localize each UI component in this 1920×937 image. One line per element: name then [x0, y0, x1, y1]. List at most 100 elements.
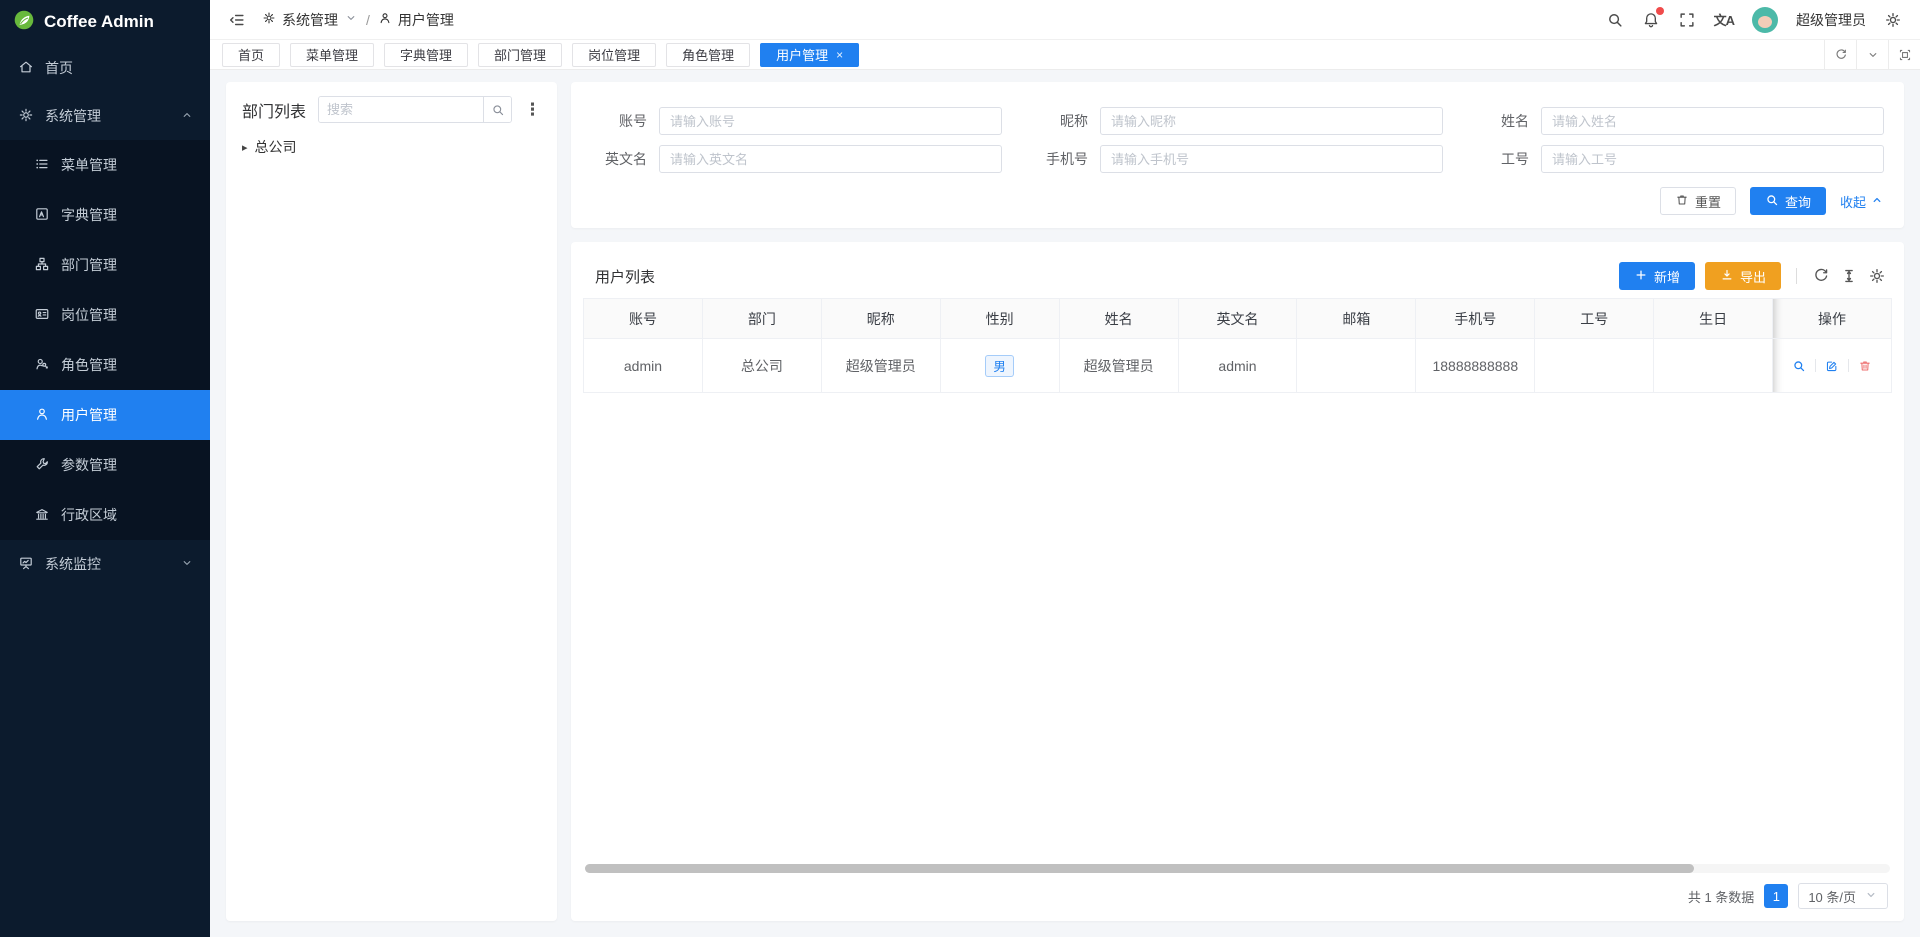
tab-label: 首页	[238, 45, 264, 64]
column-header[interactable]: 账号	[584, 299, 703, 339]
collapse-filter-link[interactable]: 收起	[1840, 192, 1884, 211]
tab-home[interactable]: 首页	[222, 43, 280, 67]
dictionary-icon	[34, 206, 50, 225]
phone-input[interactable]	[1100, 145, 1443, 173]
cell-department: 总公司	[702, 339, 821, 393]
table-row[interactable]: admin 总公司 超级管理员 男 超级管理员 admin 1888888888…	[584, 339, 1892, 393]
tab-post-management[interactable]: 岗位管理	[572, 43, 656, 67]
sidebar: Coffee Admin 首页 系统管理 菜单管理 字典管理 部门管理 岗位管理…	[0, 0, 210, 937]
column-header[interactable]: 生日	[1654, 299, 1773, 339]
search-icon	[1765, 193, 1779, 210]
menu-fold-icon[interactable]	[228, 11, 246, 29]
edit-icon[interactable]	[1825, 359, 1839, 373]
breadcrumb-item-user[interactable]: 用户管理	[378, 10, 454, 30]
tab-department-management[interactable]: 部门管理	[478, 43, 562, 67]
more-options-icon[interactable]: ⋮	[524, 101, 541, 118]
department-panel: 部门列表 ⋮ ▸ 总公司	[226, 82, 557, 921]
tree-node-head-office[interactable]: ▸ 总公司	[242, 137, 541, 157]
column-header[interactable]: 性别	[940, 299, 1059, 339]
page-size-select[interactable]: 10 条/页	[1798, 883, 1888, 909]
spring-leaf-icon	[14, 10, 34, 35]
sidebar-item-dictionary-management[interactable]: 字典管理	[0, 190, 210, 240]
sidebar-item-label: 角色管理	[61, 355, 117, 375]
chevron-up-icon	[1870, 193, 1884, 210]
sidebar-item-role-management[interactable]: 角色管理	[0, 340, 210, 390]
search-icon[interactable]	[1606, 11, 1624, 29]
column-header-actions: 操作	[1773, 299, 1892, 339]
refresh-icon[interactable]	[1824, 40, 1856, 69]
avatar[interactable]	[1752, 7, 1778, 33]
column-header[interactable]: 手机号	[1416, 299, 1535, 339]
department-search-input[interactable]	[319, 97, 483, 122]
work-number-input[interactable]	[1541, 145, 1884, 173]
view-icon[interactable]	[1792, 359, 1806, 373]
chevron-down-icon	[344, 11, 358, 28]
tab-dictionary-management[interactable]: 字典管理	[384, 43, 468, 67]
sidebar-item-parameter-management[interactable]: 参数管理	[0, 440, 210, 490]
sidebar-item-label: 参数管理	[61, 455, 117, 475]
translate-icon[interactable]: 文A	[1714, 10, 1734, 29]
field-label: 姓名	[1473, 111, 1541, 131]
sidebar-item-system-management[interactable]: 系统管理	[0, 92, 210, 140]
tab-bar: 首页 菜单管理 字典管理 部门管理 岗位管理 角色管理 用户管理 ×	[210, 40, 1920, 70]
fullscreen-icon[interactable]	[1678, 11, 1696, 29]
name-input[interactable]	[1541, 107, 1884, 135]
english-name-input[interactable]	[659, 145, 1002, 173]
sidebar-item-home[interactable]: 首页	[0, 44, 210, 92]
department-search-group	[318, 96, 512, 123]
user-name[interactable]: 超级管理员	[1796, 10, 1866, 30]
user-table: 账号 部门 昵称 性别 姓名 英文名 邮箱 手机号 工号 生日 操作	[583, 298, 1892, 862]
fullscreen-exit-icon[interactable]	[1888, 40, 1920, 69]
department-panel-header: 部门列表 ⋮	[242, 96, 541, 123]
menu-list-icon	[34, 156, 50, 175]
table-header-row: 账号 部门 昵称 性别 姓名 英文名 邮箱 手机号 工号 生日 操作	[584, 299, 1892, 339]
cell-work-number	[1535, 339, 1654, 393]
cell-gender: 男	[940, 339, 1059, 393]
account-input[interactable]	[659, 107, 1002, 135]
scrollbar-thumb[interactable]	[585, 864, 1694, 873]
chevron-down-icon[interactable]	[1856, 40, 1888, 69]
settings-icon[interactable]	[1884, 11, 1902, 29]
content-area: 部门列表 ⋮ ▸ 总公司 账号	[210, 70, 1920, 937]
sidebar-item-administrative-region[interactable]: 行政区域	[0, 490, 210, 540]
tab-role-management[interactable]: 角色管理	[666, 43, 750, 67]
gear-icon[interactable]	[1868, 267, 1886, 285]
tree-expander-icon[interactable]: ▸	[242, 141, 248, 154]
column-header[interactable]: 邮箱	[1297, 299, 1416, 339]
tab-tools	[1824, 40, 1920, 69]
page-number-button[interactable]: 1	[1764, 884, 1788, 908]
tab-menu-management[interactable]: 菜单管理	[290, 43, 374, 67]
notification-bell[interactable]	[1642, 11, 1660, 29]
gender-tag: 男	[985, 355, 1014, 377]
row-height-icon[interactable]	[1840, 267, 1858, 285]
refresh-icon[interactable]	[1812, 267, 1830, 285]
column-header[interactable]: 姓名	[1059, 299, 1178, 339]
tab-label: 字典管理	[400, 45, 452, 64]
delete-icon[interactable]	[1858, 359, 1872, 373]
add-button[interactable]: 新增	[1619, 262, 1695, 290]
sidebar-item-post-management[interactable]: 岗位管理	[0, 290, 210, 340]
sidebar-item-system-monitor[interactable]: 系统监控	[0, 540, 210, 588]
nickname-input[interactable]	[1100, 107, 1443, 135]
tree-node-label: 总公司	[255, 137, 297, 157]
column-header[interactable]: 英文名	[1178, 299, 1297, 339]
sidebar-item-user-management[interactable]: 用户管理	[0, 390, 210, 440]
cell-email	[1297, 339, 1416, 393]
column-header[interactable]: 昵称	[821, 299, 940, 339]
export-button[interactable]: 导出	[1705, 262, 1781, 290]
close-icon[interactable]: ×	[836, 48, 843, 62]
column-header[interactable]: 工号	[1535, 299, 1654, 339]
reset-button[interactable]: 重置	[1660, 187, 1736, 215]
search-icon[interactable]	[483, 97, 511, 122]
field-label: 昵称	[1032, 111, 1100, 131]
sidebar-item-label: 首页	[45, 58, 73, 78]
divider	[1796, 268, 1797, 284]
column-header[interactable]: 部门	[702, 299, 821, 339]
sidebar-item-department-management[interactable]: 部门管理	[0, 240, 210, 290]
search-button[interactable]: 查询	[1750, 187, 1826, 215]
chevron-down-icon	[1864, 888, 1878, 905]
brand[interactable]: Coffee Admin	[0, 0, 210, 44]
breadcrumb-item-system[interactable]: 系统管理	[262, 10, 358, 30]
tab-user-management[interactable]: 用户管理 ×	[760, 43, 859, 67]
sidebar-item-menu-management[interactable]: 菜单管理	[0, 140, 210, 190]
